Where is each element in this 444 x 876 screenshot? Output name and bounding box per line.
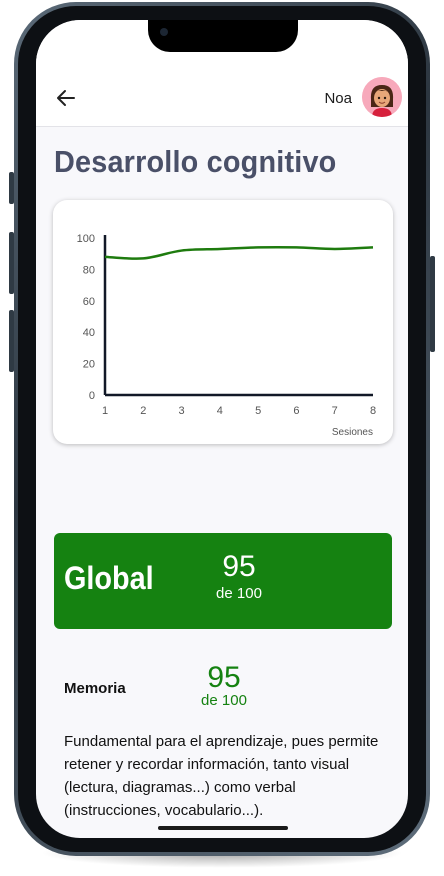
phone-power-button xyxy=(430,256,435,352)
memory-score-value: 95 xyxy=(207,661,241,694)
y-tick-label: 40 xyxy=(83,327,95,339)
x-tick-label: 6 xyxy=(293,405,299,417)
memory-description: Fundamental para el aprendizaje, pues pe… xyxy=(64,733,379,819)
global-score-banner: Global 95 de 100 xyxy=(54,533,392,629)
girl-avatar-icon[interactable] xyxy=(362,77,402,117)
app-screen: Noa Desarrollo cognitivo 0 20 40 60 80 100 1 2 3… xyxy=(36,20,408,838)
x-tick-label: 2 xyxy=(140,405,146,417)
home-indicator[interactable] xyxy=(158,826,288,830)
chart-card: 0 20 40 60 80 100 1 2 3 4 5 6 7 8 Sesiones xyxy=(53,200,393,444)
x-tick-label: 1 xyxy=(102,405,108,417)
arrow-left-icon[interactable] xyxy=(54,86,78,110)
memory-label: Memoria xyxy=(64,680,126,697)
front-camera xyxy=(160,28,168,36)
page-title: Desarrollo cognitivo xyxy=(54,144,337,179)
x-tick-label: 4 xyxy=(217,405,223,417)
x-tick-label: 7 xyxy=(332,405,338,417)
y-tick-label: 20 xyxy=(83,359,95,371)
global-score-max: de 100 xyxy=(216,585,262,602)
x-tick-label: 5 xyxy=(255,405,261,417)
y-tick-label: 0 xyxy=(89,390,95,402)
progress-line-chart: 0 20 40 60 80 100 1 2 3 4 5 6 7 8 Sesiones xyxy=(77,233,376,438)
user-name[interactable]: Noa xyxy=(324,90,352,107)
y-tick-label: 100 xyxy=(77,233,95,245)
memory-score-max: de 100 xyxy=(201,692,247,709)
series-line xyxy=(104,245,374,260)
x-tick-label: 8 xyxy=(370,405,376,417)
phone-notch xyxy=(148,20,298,52)
x-axis-label: Sesiones xyxy=(332,427,373,438)
y-tick-label: 60 xyxy=(83,296,95,308)
x-tick-label: 3 xyxy=(179,405,185,417)
y-tick-label: 80 xyxy=(83,264,95,276)
global-score-value: 95 xyxy=(222,550,256,583)
global-label: Global xyxy=(64,560,154,596)
